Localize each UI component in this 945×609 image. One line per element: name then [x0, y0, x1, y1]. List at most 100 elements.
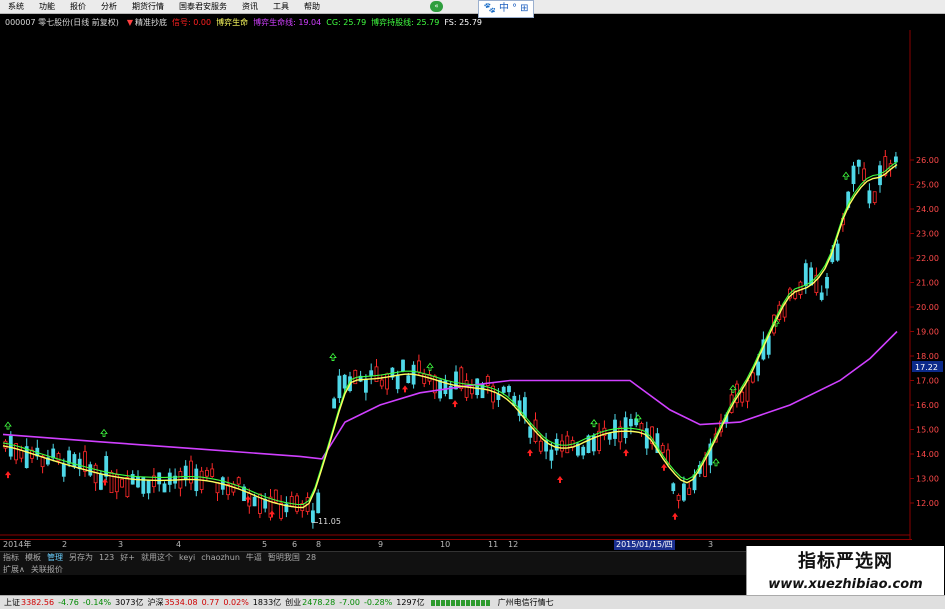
candle-body	[416, 360, 421, 373]
kline-chart[interactable]: 26.00 25.00 24.00 23.00 22.00 21.00 20.00 19.00…	[0, 30, 945, 539]
candle-body	[342, 374, 347, 389]
site-watermark: 指标严选网 www.xuezhibiao.com	[746, 546, 944, 600]
candle-body	[507, 386, 511, 393]
candle-body	[607, 432, 612, 440]
related-quote-button[interactable]: 关联报价	[28, 564, 66, 575]
candle-body	[204, 469, 209, 477]
sell-arrow-icon	[426, 362, 434, 371]
candles	[3, 149, 898, 529]
tab-manage[interactable]: 管理	[44, 552, 66, 563]
candle-body	[597, 430, 601, 451]
y-tick-label: 26.00	[916, 156, 939, 165]
candle-body	[385, 373, 390, 390]
collapse-toggle-icon[interactable]: «	[430, 1, 443, 12]
y-tick-label: 17.00	[916, 377, 939, 386]
menu-help[interactable]: 帮助	[296, 0, 327, 14]
buy-arrow-icon	[557, 476, 563, 484]
buy-arrow-icon	[672, 512, 678, 520]
tab-save-as[interactable]: 另存为	[66, 552, 96, 563]
candle-body	[422, 373, 427, 384]
menu-function[interactable]: 功能	[31, 0, 62, 14]
fs-value: FS: 25.79	[444, 17, 482, 27]
candle-body	[867, 190, 872, 204]
lifeline-value: 博弈生命线: 19.04	[253, 17, 322, 27]
current-price-label: 17.22	[915, 363, 938, 372]
candle-body	[88, 464, 93, 476]
candle-body	[51, 448, 56, 459]
candle-body	[146, 480, 151, 494]
candle-body	[183, 465, 188, 480]
candle-body	[501, 386, 506, 393]
y-tick-label: 20.00	[916, 303, 939, 312]
chart-frame	[0, 30, 911, 539]
x-tick: 10	[440, 540, 451, 549]
candle-body	[162, 483, 167, 493]
menu-tools[interactable]: 工具	[265, 0, 296, 14]
sell-arrow-icon	[100, 428, 108, 437]
signal-strength-icon	[430, 599, 490, 606]
menu-gtja-service[interactable]: 国泰君安服务	[171, 0, 234, 14]
buy-arrow-icon	[623, 449, 629, 457]
candle-body	[851, 165, 856, 185]
candle-body	[803, 263, 808, 286]
sz-index-value: 3534.08	[164, 598, 198, 607]
tab-28[interactable]: 28	[303, 552, 319, 563]
candle-body	[83, 451, 87, 472]
watermark-url: www.xuezhibiao.com	[768, 577, 923, 592]
tab-template[interactable]: 模板	[22, 552, 44, 563]
sh-index-name[interactable]: 上证	[4, 597, 20, 608]
candle-body	[316, 492, 321, 514]
y-tick-label: 21.00	[916, 279, 939, 288]
menu-bar: 系统 功能 报价 分析 期货行情 国泰君安服务 资讯 工具 帮助 « 🐾 中 °…	[0, 0, 945, 18]
candle-body	[72, 454, 77, 468]
menu-analysis[interactable]: 分析	[93, 0, 124, 14]
cy-index-name[interactable]: 创业	[285, 597, 301, 608]
cy-index-pct: -0.28%	[363, 598, 393, 607]
menu-news[interactable]: 资讯	[234, 0, 265, 14]
candle-body	[167, 472, 172, 485]
expand-button[interactable]: 扩展∧	[0, 564, 28, 575]
cg-value: CG: 25.79	[326, 17, 367, 27]
server-name[interactable]: 广州电信行情七	[498, 597, 554, 608]
tab-use-this[interactable]: 就用这个	[138, 552, 176, 563]
buy-arrow-icon	[402, 385, 408, 393]
tab-zanming[interactable]: 暂明我国	[265, 552, 303, 563]
candle-body	[639, 423, 644, 431]
menu-futures[interactable]: 期货行情	[124, 0, 171, 14]
indicator-tab-bar: 指标 模板 管理 另存为 123 好+ 就用这个 keyi chaozhun 牛…	[0, 551, 750, 563]
y-tick-label: 14.00	[916, 450, 939, 459]
candle-body	[279, 502, 284, 519]
sz-index-name[interactable]: 沪深	[147, 597, 163, 608]
menu-quote[interactable]: 报价	[62, 0, 93, 14]
tab-indicator[interactable]: 指标	[0, 552, 22, 563]
candle-body	[798, 281, 803, 296]
candle-body	[120, 478, 124, 488]
candle-body	[236, 477, 241, 485]
candle-body	[623, 417, 628, 439]
candle-body	[310, 510, 315, 523]
candle-body	[289, 496, 294, 507]
tab-keyi[interactable]: keyi	[176, 552, 198, 563]
candle-body	[485, 375, 490, 386]
buy-arrow-icon	[661, 463, 667, 471]
indicator-name[interactable]: 精准抄底	[135, 17, 167, 28]
candle-body	[61, 463, 66, 477]
candle-body	[252, 496, 257, 507]
tab-good-plus[interactable]: 好+	[117, 552, 138, 563]
extension-bar: 扩展∧ 关联报价	[0, 563, 750, 575]
tab-niubi[interactable]: 牛逼	[243, 552, 265, 563]
candle-body	[19, 450, 24, 459]
buy-arrow-icon	[5, 471, 11, 479]
candle-body	[337, 375, 342, 399]
candle-body	[475, 378, 480, 396]
x-tick: 2	[62, 540, 68, 549]
tab-123[interactable]: 123	[96, 552, 117, 563]
candle-body	[581, 446, 586, 456]
pin-icon: ▼	[126, 17, 134, 27]
y-tick-label: 13.00	[916, 475, 939, 484]
x-tick: 6	[292, 540, 298, 549]
tab-chaozhun[interactable]: chaozhun	[198, 552, 243, 563]
sell-arrow-icon	[712, 458, 720, 467]
menu-system[interactable]: 系统	[0, 0, 31, 14]
x-tick: 3	[118, 540, 124, 549]
